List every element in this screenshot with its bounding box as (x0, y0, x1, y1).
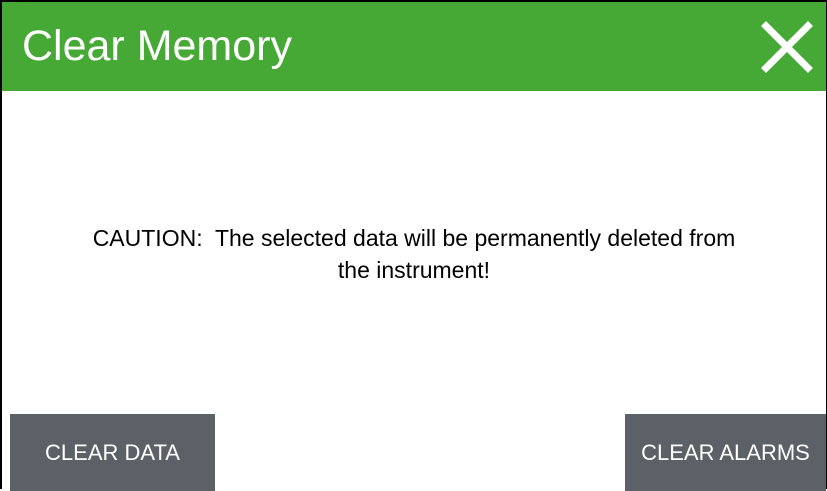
clear-memory-dialog: Clear Memory CAUTION: The selected data … (0, 0, 827, 491)
caution-message-line-2: the instrument! (337, 257, 491, 283)
close-button[interactable] (756, 16, 818, 78)
clear-data-button[interactable]: CLEAR DATA (10, 414, 215, 491)
caution-message: CAUTION: The selected data will be perma… (2, 222, 826, 286)
close-icon (761, 21, 813, 73)
dialog-title: Clear Memory (22, 22, 292, 70)
clear-alarms-button[interactable]: CLEAR ALARMS (625, 414, 826, 491)
dialog-header: Clear Memory (2, 2, 826, 91)
caution-message-line-1: CAUTION: The selected data will be perma… (92, 225, 736, 251)
